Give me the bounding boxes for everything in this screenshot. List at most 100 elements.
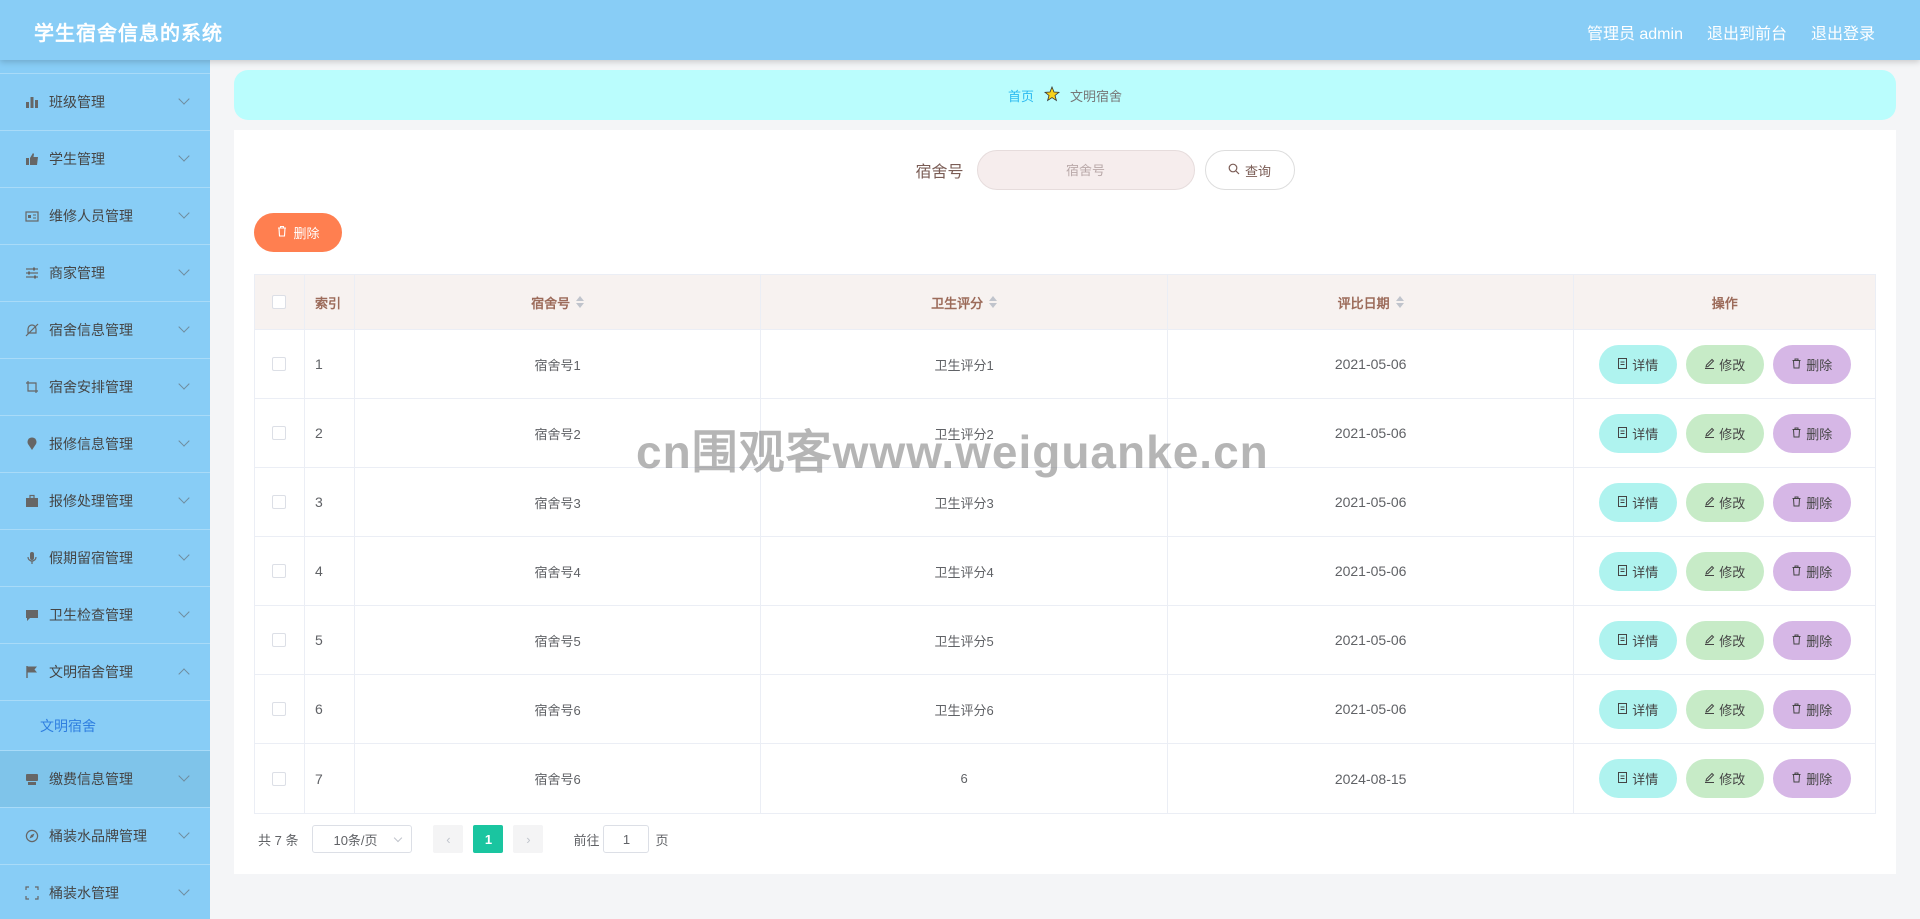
table-row: 5 宿舍号5 卫生评分5 2021-05-06 详情 修改 删除 xyxy=(255,606,1875,675)
detail-button[interactable]: 详情 xyxy=(1598,759,1677,798)
delete-label: 删除 xyxy=(1806,357,1833,373)
star-icon xyxy=(1043,85,1061,105)
detail-button[interactable]: 详情 xyxy=(1598,620,1677,660)
cell-date: 2021-05-06 xyxy=(1168,399,1575,467)
row-checkbox[interactable] xyxy=(272,357,287,371)
edit-button[interactable]: 修改 xyxy=(1685,482,1764,522)
table-row: 3 宿舍号3 卫生评分3 2021-05-06 详情 修改 删除 xyxy=(255,468,1875,537)
cell-dorm: 宿舍号4 xyxy=(355,537,762,605)
edit-button[interactable]: 修改 xyxy=(1685,344,1764,384)
edit-button[interactable]: 修改 xyxy=(1685,620,1764,660)
breadcrumb-home[interactable]: 首页 xyxy=(1008,86,1034,105)
sidebar-item-dorm-arrange[interactable]: 宿舍安排管理 xyxy=(0,359,210,416)
sidebar-item-civilized-dorm[interactable]: 文明宿舍管理 xyxy=(0,644,210,701)
sidebar-item-label: 假期留宿管理 xyxy=(49,550,133,566)
row-checkbox-cell xyxy=(255,399,305,467)
row-checkbox[interactable] xyxy=(272,702,287,716)
sidebar-item-repairman[interactable]: 维修人员管理 xyxy=(0,188,210,245)
sidebar-item-payment[interactable]: 缴费信息管理 xyxy=(0,751,210,808)
sidebar-item-dorm-info[interactable]: 宿舍信息管理 xyxy=(0,302,210,359)
logout-link[interactable]: 退出登录 xyxy=(1811,20,1875,44)
cell-date: 2024-08-15 xyxy=(1168,744,1575,813)
pagination: 共 7 条 10条/页 ‹ 1 › 前往 页 xyxy=(258,825,669,853)
cell-date: 2021-05-06 xyxy=(1168,330,1575,398)
batch-delete-button[interactable]: 删除 xyxy=(254,213,342,252)
row-checkbox[interactable] xyxy=(272,633,287,647)
sidebar-item-repair-handle[interactable]: 报修处理管理 xyxy=(0,473,210,530)
delete-button[interactable]: 删除 xyxy=(1772,689,1851,729)
detail-button[interactable]: 详情 xyxy=(1598,551,1677,591)
delete-button[interactable]: 删除 xyxy=(1772,482,1851,522)
sidebar-item-label: 商家管理 xyxy=(49,265,105,281)
chevron-down-icon xyxy=(178,93,190,105)
submenu-civilized-dorm[interactable]: 文明宿舍 xyxy=(0,701,210,751)
detail-label: 详情 xyxy=(1632,495,1659,511)
sidebar-item-water-brand[interactable]: 桶装水品牌管理 xyxy=(0,808,210,865)
sidebar-item-label: 班级管理 xyxy=(49,94,105,110)
detail-label: 详情 xyxy=(1632,357,1659,373)
row-checkbox[interactable] xyxy=(272,426,287,440)
document-icon xyxy=(1617,564,1628,579)
next-page-button[interactable]: › xyxy=(513,825,544,853)
detail-button[interactable]: 详情 xyxy=(1598,482,1677,522)
goto-page-input[interactable] xyxy=(603,825,650,853)
delete-button[interactable]: 删除 xyxy=(1772,413,1851,453)
sidebar-item-holiday-stay[interactable]: 假期留宿管理 xyxy=(0,530,210,587)
query-button[interactable]: 查询 xyxy=(1204,150,1295,190)
detail-button[interactable]: 详情 xyxy=(1598,413,1677,453)
cell-ops: 详情 修改 删除 xyxy=(1574,744,1875,813)
sort-icon[interactable] xyxy=(989,296,998,308)
sidebar-item-label: 卫生检查管理 xyxy=(49,607,133,623)
row-checkbox[interactable] xyxy=(272,771,287,786)
chevron-down-icon xyxy=(178,549,190,561)
document-icon xyxy=(1617,702,1628,717)
sidebar-item-label: 文明宿舍管理 xyxy=(49,664,133,680)
cell-score: 卫生评分3 xyxy=(761,468,1168,536)
sidebar: 班级管理 学生管理 维修人员管理 商家管理 宿舍信息管理 宿舍安排管理 报修信息… xyxy=(0,60,210,919)
delete-button[interactable]: 删除 xyxy=(1772,759,1851,798)
sidebar-item-label: 报修处理管理 xyxy=(49,493,133,509)
sidebar-item-label: 桶装水管理 xyxy=(49,885,119,901)
row-checkbox[interactable] xyxy=(272,564,287,578)
sidebar-item-hygiene[interactable]: 卫生检查管理 xyxy=(0,587,210,644)
page-number-current[interactable]: 1 xyxy=(473,825,504,853)
sidebar-item-class[interactable]: 班级管理 xyxy=(0,74,210,131)
edit-button[interactable]: 修改 xyxy=(1685,551,1764,591)
delete-button[interactable]: 删除 xyxy=(1772,551,1851,591)
chevron-down-icon xyxy=(178,770,190,782)
exit-to-front-link[interactable]: 退出到前台 xyxy=(1707,20,1787,44)
cell-dorm: 宿舍号6 xyxy=(355,675,762,743)
page-size-select[interactable]: 10条/页 xyxy=(312,825,413,853)
delete-button[interactable]: 删除 xyxy=(1772,620,1851,660)
sidebar-item-repair-info[interactable]: 报修信息管理 xyxy=(0,416,210,473)
chevron-down-icon xyxy=(178,207,190,219)
detail-button[interactable]: 详情 xyxy=(1598,344,1677,384)
prev-page-button[interactable]: ‹ xyxy=(433,825,464,853)
edit-button[interactable]: 修改 xyxy=(1685,689,1764,729)
header-dorm[interactable]: 宿舍号 xyxy=(355,275,762,329)
sort-icon[interactable] xyxy=(576,296,585,308)
header-checkbox-cell xyxy=(255,275,305,329)
page-size-value: 10条/页 xyxy=(333,832,378,848)
select-all-checkbox[interactable] xyxy=(272,295,287,309)
row-checkbox[interactable] xyxy=(272,495,287,509)
sidebar-item-student[interactable]: 学生管理 xyxy=(0,131,210,188)
sidebar-item-merchant[interactable]: 商家管理 xyxy=(0,245,210,302)
detail-button[interactable]: 详情 xyxy=(1598,689,1677,729)
cell-dorm: 宿舍号1 xyxy=(355,330,762,398)
sidebar-item-water[interactable]: 桶装水管理 xyxy=(0,865,210,919)
submenu-item-label[interactable]: 文明宿舍 xyxy=(40,716,96,736)
chevron-down-icon xyxy=(178,435,190,447)
header-score[interactable]: 卫生评分 xyxy=(761,275,1168,329)
header-date[interactable]: 评比日期 xyxy=(1168,275,1575,329)
sort-icon[interactable] xyxy=(1395,296,1404,308)
header-index: 索引 xyxy=(305,275,355,329)
data-table: 索引 宿舍号 卫生评分 评比日期 操作 1 宿舍号1 卫生评分1 2021-05-06… xyxy=(254,274,1876,814)
edit-button[interactable]: 修改 xyxy=(1685,413,1764,453)
search-input[interactable] xyxy=(976,150,1195,190)
delete-button[interactable]: 删除 xyxy=(1772,344,1851,384)
document-icon xyxy=(1617,357,1628,372)
sidebar-item-label: 桶装水品牌管理 xyxy=(49,828,147,844)
edit-button[interactable]: 修改 xyxy=(1685,759,1764,798)
admin-user-label[interactable]: 管理员 admin xyxy=(1587,20,1683,44)
